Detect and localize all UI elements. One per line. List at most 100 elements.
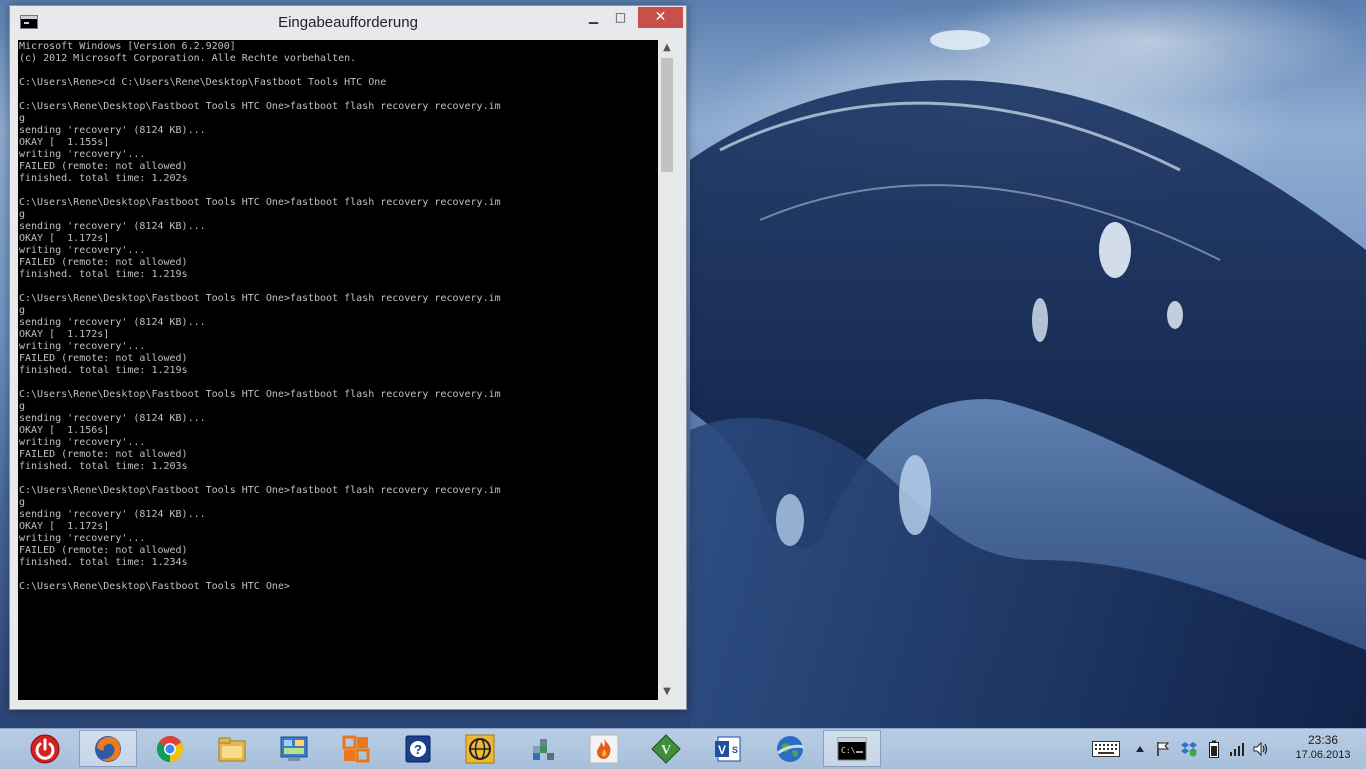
scrollbar-thumb[interactable] xyxy=(661,58,673,172)
taskbar-item-help[interactable]: ? xyxy=(389,730,447,767)
maximize-button[interactable]: □ xyxy=(607,7,634,28)
clock-date: 17.06.2013 xyxy=(1295,749,1351,761)
help-icon: ? xyxy=(405,735,431,762)
taskbar-item-control-panel[interactable] xyxy=(265,730,323,767)
vim-icon: V xyxy=(651,733,681,764)
taskbar-item-chrome[interactable] xyxy=(141,730,199,767)
scroll-up-arrow-icon[interactable]: ▲ xyxy=(658,40,676,56)
dropbox-tray-button[interactable] xyxy=(1179,729,1199,769)
taskbar-item-flame-app[interactable] xyxy=(575,730,633,767)
chrome-icon xyxy=(156,735,184,762)
google-earth-icon xyxy=(777,735,805,762)
action-center-button[interactable] xyxy=(1153,729,1173,769)
console-line: C:\Users\Rene\Desktop\Fastboot Tools HTC… xyxy=(19,389,501,400)
battery-icon xyxy=(1209,740,1219,758)
console-line: sending 'recovery' (8124 KB)... xyxy=(19,413,206,424)
console-line: OKAY [ 1.155s] xyxy=(19,137,110,148)
console-line: Microsoft Windows [Version 6.2.9200] xyxy=(19,41,236,52)
console-line: FAILED (remote: not allowed) xyxy=(19,545,188,556)
volume-icon xyxy=(1253,741,1268,757)
console-line: finished. total time: 1.234s xyxy=(19,557,188,568)
console-line: C:\Users\Rene\Desktop\Fastboot Tools HTC… xyxy=(19,293,501,304)
console-line: OKAY [ 1.172s] xyxy=(19,233,110,244)
visio-icon: V S xyxy=(715,736,741,761)
clock-time: 23:36 xyxy=(1307,733,1339,747)
console-line: g xyxy=(19,401,26,412)
signal-icon xyxy=(1230,743,1244,756)
minimize-button[interactable]: ▁ xyxy=(580,7,607,28)
console-line: OKAY [ 1.172s] xyxy=(19,521,110,532)
console-line: C:\Users\Rene>cd C:\Users\Rene\Desktop\F… xyxy=(19,77,387,88)
office-icon xyxy=(342,735,370,762)
console-line: writing 'recovery'... xyxy=(19,245,146,256)
console-text: Microsoft Windows [Version 6.2.9200] (c)… xyxy=(18,40,658,593)
console-line: finished. total time: 1.219s xyxy=(19,365,188,376)
taskbar: ? V V S C:\ 23:36 17.06.2013 xyxy=(0,728,1366,769)
console-line: writing 'recovery'... xyxy=(19,533,146,544)
console-line: OKAY [ 1.156s] xyxy=(19,425,110,436)
command-prompt-window[interactable]: Eingabeaufforderung ▁ □ ✕ Microsoft Wind… xyxy=(9,5,687,710)
file-explorer-icon xyxy=(218,737,246,761)
console-line: C:\Users\Rene\Desktop\Fastboot Tools HTC… xyxy=(19,485,501,496)
metro-tiles-icon xyxy=(533,738,554,760)
power-icon xyxy=(30,734,60,763)
show-hidden-icons-chevron xyxy=(1136,746,1144,752)
svg-text:V: V xyxy=(661,743,671,758)
close-button[interactable]: ✕ xyxy=(638,7,683,28)
console-line: writing 'recovery'... xyxy=(19,149,146,160)
keyboard-icon xyxy=(1092,741,1120,757)
window-titlebar[interactable]: Eingabeaufforderung ▁ □ ✕ xyxy=(10,6,686,39)
control-panel-icon xyxy=(280,736,308,761)
svg-text:V: V xyxy=(718,743,726,757)
scroll-down-arrow-icon[interactable]: ▼ xyxy=(658,684,676,700)
volume-tray-button[interactable] xyxy=(1251,729,1271,769)
battery-tray-button[interactable] xyxy=(1206,729,1222,769)
console-line: C:\Users\Rene\Desktop\Fastboot Tools HTC… xyxy=(19,101,501,112)
globe-icon xyxy=(465,734,495,763)
console-line: g xyxy=(19,113,26,124)
flame-app-icon xyxy=(589,734,619,763)
taskbar-clock[interactable]: 23:36 17.06.2013 xyxy=(1284,733,1362,763)
console-line: FAILED (remote: not allowed) xyxy=(19,161,188,172)
network-tray-button[interactable] xyxy=(1227,729,1247,769)
console-output-area[interactable]: Microsoft Windows [Version 6.2.9200] (c)… xyxy=(18,40,658,700)
console-line: FAILED (remote: not allowed) xyxy=(19,353,188,364)
console-line: finished. total time: 1.219s xyxy=(19,269,188,280)
console-line: sending 'recovery' (8124 KB)... xyxy=(19,221,206,232)
console-line: OKAY [ 1.172s] xyxy=(19,329,110,340)
console-line: sending 'recovery' (8124 KB)... xyxy=(19,317,206,328)
taskbar-item-vim[interactable]: V xyxy=(637,730,695,767)
taskbar-item-file-explorer[interactable] xyxy=(203,730,261,767)
firefox-icon xyxy=(95,735,121,762)
console-line: sending 'recovery' (8124 KB)... xyxy=(19,509,206,520)
taskbar-item-command-prompt[interactable]: C:\ xyxy=(823,730,881,767)
taskbar-item-metro-tiles[interactable] xyxy=(513,730,571,767)
svg-text:C:\: C:\ xyxy=(841,746,856,755)
command-prompt-icon: C:\ xyxy=(837,737,867,760)
console-line: FAILED (remote: not allowed) xyxy=(19,449,188,460)
svg-text:?: ? xyxy=(414,742,422,757)
taskbar-item-power[interactable] xyxy=(16,730,74,767)
console-line: sending 'recovery' (8124 KB)... xyxy=(19,125,206,136)
console-line: writing 'recovery'... xyxy=(19,341,146,352)
taskbar-item-visio[interactable]: V S xyxy=(699,730,757,767)
console-line: g xyxy=(19,497,26,508)
taskbar-item-firefox[interactable] xyxy=(79,730,137,767)
taskbar-item-google-earth[interactable] xyxy=(761,730,819,767)
console-line: g xyxy=(19,209,26,220)
console-line: (c) 2012 Microsoft Corporation. Alle Rec… xyxy=(19,53,357,64)
console-line: g xyxy=(19,305,26,316)
action-center-flag-icon xyxy=(1157,742,1170,756)
keyboard-tray-button[interactable] xyxy=(1090,729,1122,769)
taskbar-item-office[interactable] xyxy=(327,730,385,767)
show-hidden-icons-button[interactable] xyxy=(1131,729,1149,769)
taskbar-item-globe[interactable] xyxy=(451,730,509,767)
console-line: writing 'recovery'... xyxy=(19,437,146,448)
console-line: finished. total time: 1.202s xyxy=(19,173,188,184)
console-line: finished. total time: 1.203s xyxy=(19,461,188,472)
console-line: FAILED (remote: not allowed) xyxy=(19,257,188,268)
console-line: C:\Users\Rene\Desktop\Fastboot Tools HTC… xyxy=(19,197,501,208)
vertical-scrollbar[interactable]: ▲ ▼ xyxy=(658,40,676,700)
console-line: C:\Users\Rene\Desktop\Fastboot Tools HTC… xyxy=(19,581,290,592)
svg-text:S: S xyxy=(732,745,738,755)
